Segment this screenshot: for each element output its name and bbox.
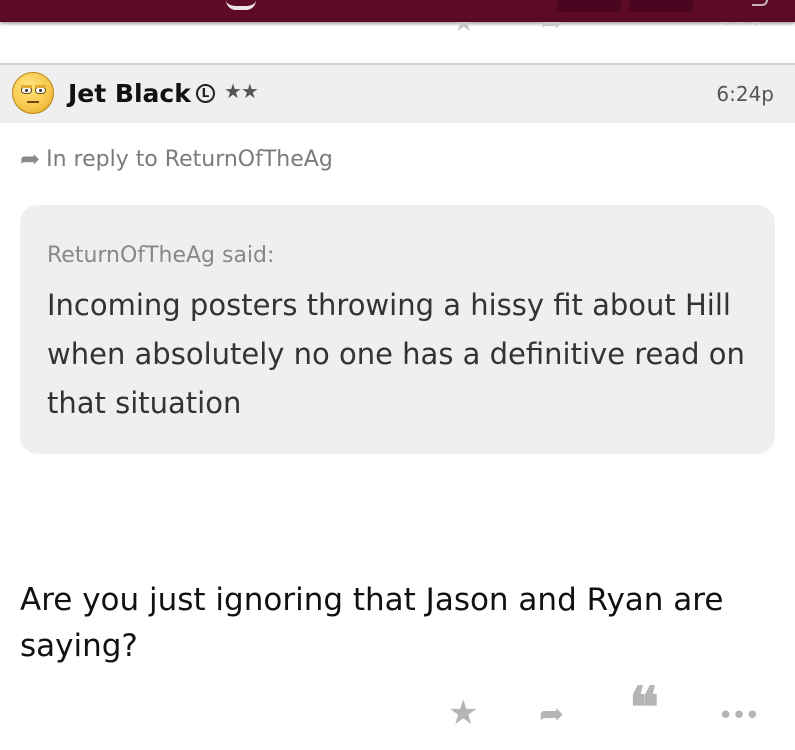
site-logo[interactable] xyxy=(226,0,256,10)
thread-page: ★ ➦ ❝ ••• Jet Black L ★★ 6:24p ➦In reply… xyxy=(0,0,795,750)
reply-to-text: In reply to ReturnOfTheAg xyxy=(46,147,333,172)
star-icon[interactable]: ★ xyxy=(448,693,478,733)
reply-to-link[interactable]: ➦ In reply to ReturnOfTheAg xyxy=(20,145,333,173)
username-link[interactable]: Jet Black xyxy=(68,79,191,108)
post-time: 6:24p xyxy=(716,82,774,106)
quote-icon[interactable]: ❝ xyxy=(629,680,659,736)
avatar-lid-right xyxy=(35,85,46,88)
previous-post-actions: ★ ➦ ❝ ••• xyxy=(0,22,795,36)
avatar[interactable] xyxy=(12,72,54,114)
user-stars: ★★ xyxy=(224,79,259,103)
quote-author: ReturnOfTheAg said: xyxy=(47,243,275,268)
post-body: Are you just ignoring that Jason and Rya… xyxy=(20,582,724,664)
reply-arrow-icon[interactable]: ➦ xyxy=(541,22,563,36)
avatar-mouth xyxy=(27,101,39,103)
nav-button-1[interactable] xyxy=(557,0,621,12)
star-icon[interactable]: ★ xyxy=(452,22,475,36)
avatar-lid-left xyxy=(21,85,32,88)
post-header: Jet Black L ★★ 6:24p xyxy=(0,65,795,123)
top-nav-bar xyxy=(0,0,795,22)
nav-button-2[interactable] xyxy=(629,0,693,12)
quote-icon[interactable]: ❝ xyxy=(630,22,644,36)
more-icon[interactable]: ••• xyxy=(718,22,764,36)
reply-arrow-icon: ➦ xyxy=(20,145,41,173)
reply-arrow-icon[interactable]: ➦ xyxy=(539,697,564,732)
search-icon[interactable] xyxy=(752,0,768,6)
quote-text: Incoming posters throwing a hissy fit ab… xyxy=(47,288,745,420)
level-badge: L xyxy=(196,84,215,103)
more-icon[interactable]: ••• xyxy=(718,701,760,731)
quote-block[interactable]: ReturnOfTheAg said: Incoming posters thr… xyxy=(20,205,775,454)
